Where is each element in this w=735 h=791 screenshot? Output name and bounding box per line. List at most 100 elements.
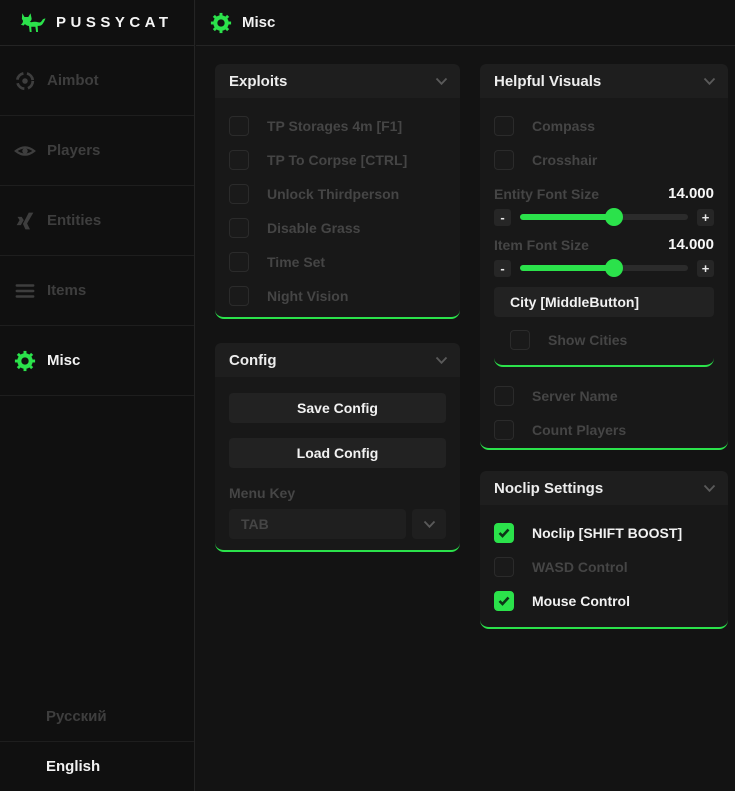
language-russian[interactable]: Русский (0, 691, 194, 741)
checkbox[interactable] (229, 218, 249, 238)
chevron-down-icon (703, 484, 716, 493)
slider-thumb[interactable] (605, 259, 623, 277)
checkbox-row-wasd-control[interactable]: WASD Control (480, 550, 728, 584)
checkbox-label: Crosshair (532, 152, 597, 168)
increment-button[interactable]: + (697, 209, 714, 226)
checkbox-row-unlock-thirdperson[interactable]: Unlock Thirdperson (215, 177, 460, 211)
menu-key-value[interactable]: TAB (229, 509, 406, 539)
brand-name: PUSSYCAT (56, 14, 173, 31)
checkbox[interactable] (494, 591, 514, 611)
panel-noclip-settings: Noclip Settings Noclip [SHIFT BOOST] WAS… (480, 471, 728, 629)
checkbox[interactable] (494, 116, 514, 136)
sidebar-item-label: Items (47, 282, 86, 299)
panel-title: Exploits (229, 73, 435, 90)
item-font-size-label: Item Font Size (494, 237, 668, 253)
chevron-down-icon (703, 77, 716, 86)
panel-title: Config (229, 352, 435, 369)
sidebar-item-label: Players (47, 142, 100, 159)
chevron-down-icon (435, 77, 448, 86)
slider-thumb[interactable] (605, 208, 623, 226)
checkbox-row-server-name[interactable]: Server Name (480, 379, 728, 413)
checkbox-row-noclip[interactable]: Noclip [SHIFT BOOST] (480, 516, 728, 550)
item-font-size-slider: - + (480, 259, 728, 277)
checkbox-label: Count Players (532, 422, 626, 438)
checkbox[interactable] (229, 286, 249, 306)
checkbox-row-show-cities[interactable]: Show Cities (494, 323, 714, 357)
checkbox[interactable] (494, 523, 514, 543)
checkbox[interactable] (229, 116, 249, 136)
checkbox[interactable] (494, 386, 514, 406)
panel-noclip-settings-header[interactable]: Noclip Settings (480, 471, 728, 505)
slider-fill (520, 214, 614, 220)
sidebar-item-misc[interactable]: Misc (0, 326, 194, 396)
checkbox-row-crosshair[interactable]: Crosshair (480, 143, 728, 177)
entity-font-size-row: Entity Font Size 14.000 (480, 185, 728, 202)
checkbox[interactable] (229, 252, 249, 272)
gear-icon (13, 349, 37, 373)
city-group: City [MiddleButton] Show Cities (494, 287, 714, 367)
checkbox-label: Show Cities (548, 332, 627, 348)
city-keybind-button[interactable]: City [MiddleButton] (494, 287, 714, 317)
entity-font-size-label: Entity Font Size (494, 186, 668, 202)
checkbox-row-tp-storages[interactable]: TP Storages 4m [F1] (215, 109, 460, 143)
panel-helpful-visuals: Helpful Visuals Compass Crosshair Entity… (480, 64, 728, 450)
sidebar-item-label: Entities (47, 212, 101, 229)
language-english[interactable]: English (0, 741, 194, 791)
list-icon (13, 279, 37, 303)
sidebar-item-players[interactable]: Players (0, 116, 194, 186)
topbar: Misc (196, 0, 735, 46)
checkbox-row-night-vision[interactable]: Night Vision (215, 279, 460, 313)
checkbox-label: Server Name (532, 388, 618, 404)
panel-helpful-visuals-header[interactable]: Helpful Visuals (480, 64, 728, 98)
checkbox-row-mouse-control[interactable]: Mouse Control (480, 584, 728, 618)
slider-track[interactable] (520, 214, 688, 220)
sidebar-item-label: Aimbot (47, 72, 99, 89)
checkbox-label: Time Set (267, 254, 325, 270)
cat-icon (17, 11, 47, 35)
sidebar-item-label: Misc (47, 352, 80, 369)
panel-config-header[interactable]: Config (215, 343, 460, 377)
decrement-button[interactable]: - (494, 260, 511, 277)
panel-title: Helpful Visuals (494, 73, 703, 90)
checkbox-label: Noclip [SHIFT BOOST] (532, 525, 682, 541)
sidebar-item-items[interactable]: Items (0, 256, 194, 326)
panel-title: Noclip Settings (494, 480, 703, 497)
sidebar-nav: Aimbot Players Entities (0, 46, 194, 396)
eye-icon (13, 139, 37, 163)
load-config-button[interactable]: Load Config (229, 438, 446, 468)
checkbox[interactable] (229, 184, 249, 204)
checkbox-label: Compass (532, 118, 595, 134)
checkbox[interactable] (229, 150, 249, 170)
checkbox[interactable] (494, 557, 514, 577)
checkbox-row-tp-corpse[interactable]: TP To Corpse [CTRL] (215, 143, 460, 177)
checkbox-row-time-set[interactable]: Time Set (215, 245, 460, 279)
sidebar-item-entities[interactable]: Entities (0, 186, 194, 256)
checkbox-label: Unlock Thirdperson (267, 186, 399, 202)
panel-exploits-header[interactable]: Exploits (215, 64, 460, 98)
gear-icon (210, 12, 232, 34)
checkbox-label: TP Storages 4m [F1] (267, 118, 402, 134)
entity-font-size-slider: - + (480, 208, 728, 226)
checkbox-label: Mouse Control (532, 593, 630, 609)
item-font-size-value: 14.000 (668, 236, 714, 253)
checkbox[interactable] (494, 420, 514, 440)
checkbox[interactable] (510, 330, 530, 350)
sidebar-spacer (0, 396, 194, 691)
decrement-button[interactable]: - (494, 209, 511, 226)
chevron-down-icon (435, 356, 448, 365)
increment-button[interactable]: + (697, 260, 714, 277)
sidebar: PUSSYCAT Aimbot Players (0, 0, 195, 791)
checkbox[interactable] (494, 150, 514, 170)
entity-font-size-value: 14.000 (668, 185, 714, 202)
content: Exploits TP Storages 4m [F1] TP To Corps… (195, 46, 735, 791)
checkbox-row-count-players[interactable]: Count Players (480, 413, 728, 447)
checkbox-label: Night Vision (267, 288, 348, 304)
slider-track[interactable] (520, 265, 688, 271)
menu-key-dropdown-button[interactable] (412, 509, 446, 539)
brand-logo: PUSSYCAT (0, 0, 194, 46)
checkbox-row-compass[interactable]: Compass (480, 109, 728, 143)
sidebar-item-aimbot[interactable]: Aimbot (0, 46, 194, 116)
save-config-button[interactable]: Save Config (229, 393, 446, 423)
checkbox-row-disable-grass[interactable]: Disable Grass (215, 211, 460, 245)
panel-exploits: Exploits TP Storages 4m [F1] TP To Corps… (215, 64, 460, 319)
